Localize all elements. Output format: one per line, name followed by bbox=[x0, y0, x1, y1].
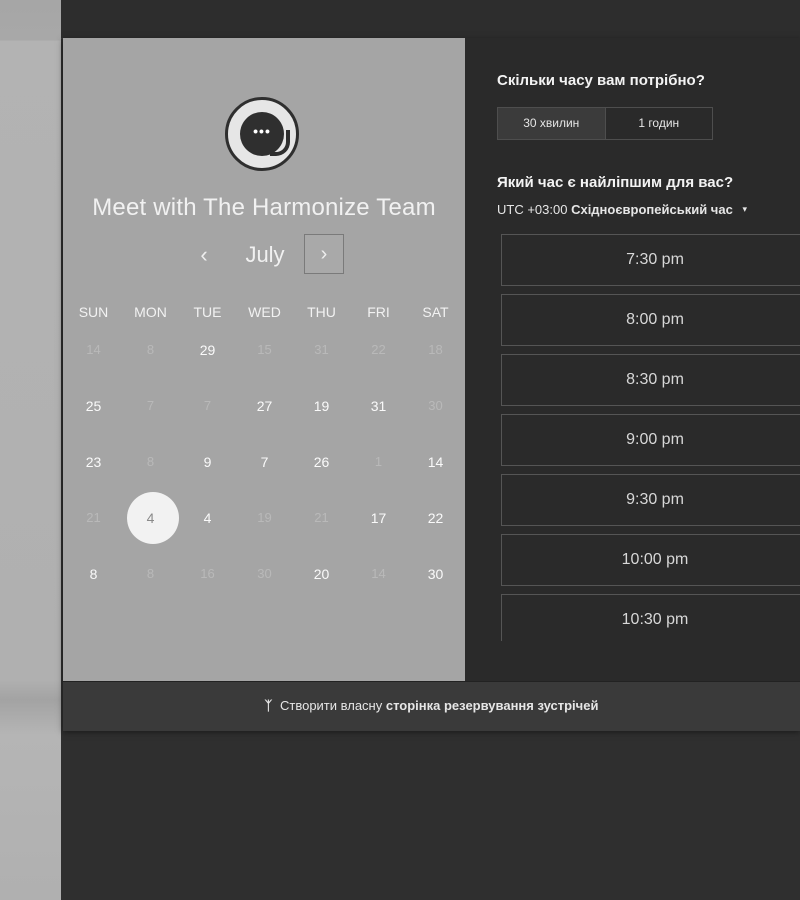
timezone-offset: UTC +03:00 bbox=[497, 202, 568, 217]
calendar-day[interactable]: 25 bbox=[65, 386, 122, 426]
calendar-day: 30 bbox=[257, 566, 272, 581]
hubspot-logo-icon: ᛉ bbox=[264, 698, 273, 713]
calendar-day[interactable]: 7 bbox=[236, 442, 293, 482]
calendar-day[interactable]: 30 bbox=[407, 554, 464, 594]
next-month-button[interactable]: › bbox=[304, 234, 344, 274]
time-slot-button[interactable]: 9:00 pm bbox=[501, 414, 800, 466]
calendar-day[interactable]: 8 bbox=[65, 554, 122, 594]
booking-card: ••• Meet with The Harmonize Team ‹ July … bbox=[63, 38, 800, 731]
month-navigation: ‹ July › bbox=[63, 234, 465, 276]
chevron-down-icon: ▾ bbox=[742, 204, 747, 214]
meeting-title: Meet with The Harmonize Team bbox=[92, 194, 436, 221]
avatar: ••• bbox=[225, 97, 299, 171]
calendar-day[interactable]: 14 bbox=[407, 442, 464, 482]
time-slot-button[interactable]: 9:30 pm bbox=[501, 474, 800, 526]
weekday-label: FRI bbox=[367, 304, 390, 320]
calendar-day: 30 bbox=[428, 398, 443, 413]
footer: ᛉ Створити власну сторінка резервування … bbox=[63, 681, 800, 731]
time-slot-button[interactable]: 10:30 pm bbox=[501, 594, 800, 641]
calendar-day: 14 bbox=[86, 342, 101, 357]
calendar-day: 31 bbox=[314, 342, 329, 357]
calendar-day[interactable]: 19 bbox=[293, 386, 350, 426]
top-bar bbox=[61, 0, 800, 39]
weekday-label: SAT bbox=[422, 304, 449, 320]
create-booking-page-link[interactable]: сторінка резервування зустрічей bbox=[386, 698, 599, 713]
calendar-day[interactable]: 20 bbox=[293, 554, 350, 594]
time-slot-list[interactable]: 7:30 pm 8:00 pm 8:30 pm 9:00 pm 9:30 pm 10:00… bbox=[501, 234, 800, 641]
footer-text: Створити власну bbox=[279, 698, 383, 713]
calendar-day: 21 bbox=[86, 510, 101, 525]
time-pane: Скільки часу вам потрібно? 30 хвилин 1 г… bbox=[465, 38, 800, 681]
weekday-label: MON bbox=[134, 304, 167, 320]
prev-month-button[interactable]: ‹ bbox=[191, 240, 217, 270]
weekday-label: SUN bbox=[78, 304, 109, 320]
weekday-header: SUN MON TUE WED THU FRI SAT bbox=[65, 304, 465, 324]
time-slot-button[interactable]: 8:30 pm bbox=[501, 354, 800, 406]
calendar-day: 8 bbox=[146, 454, 155, 469]
calendar-day[interactable]: 9 bbox=[179, 442, 236, 482]
calendar-day: 16 bbox=[200, 566, 215, 581]
calendar-day: 19 bbox=[257, 510, 272, 525]
bubble-tail bbox=[270, 130, 290, 156]
calendar-day: 8 bbox=[146, 566, 155, 581]
calendar-pane: ••• Meet with The Harmonize Team ‹ July … bbox=[63, 38, 465, 681]
calendar-day: 14 bbox=[371, 566, 386, 581]
calendar-day-selected[interactable]: 4 bbox=[122, 498, 179, 538]
calendar-day[interactable]: 22 bbox=[407, 498, 464, 538]
background-strip bbox=[0, 0, 61, 900]
calendar-day: 8 bbox=[146, 342, 155, 357]
calendar-day: 15 bbox=[257, 342, 272, 357]
calendar-day[interactable]: 26 bbox=[293, 442, 350, 482]
calendar-day: 1 bbox=[374, 454, 383, 469]
calendar-day[interactable]: 4 bbox=[179, 498, 236, 538]
weekday-label: TUE bbox=[193, 304, 222, 320]
time-slot-button[interactable]: 10:00 pm bbox=[501, 534, 800, 586]
duration-selector: 30 хвилин 1 годин bbox=[497, 107, 713, 140]
calendar-day[interactable]: 23 bbox=[65, 442, 122, 482]
calendar-day: 7 bbox=[203, 398, 212, 413]
calendar-day[interactable]: 29 bbox=[179, 330, 236, 370]
duration-option-30[interactable]: 30 хвилин bbox=[498, 108, 606, 139]
time-slot-button[interactable]: 7:30 pm bbox=[501, 234, 800, 286]
calendar-day: 18 bbox=[428, 342, 443, 357]
calendar-day: 21 bbox=[314, 510, 329, 525]
calendar-day: 22 bbox=[371, 342, 386, 357]
time-question: Який час є найліпшим для вас? bbox=[497, 174, 734, 191]
weekday-label: THU bbox=[307, 304, 336, 320]
duration-question: Скільки часу вам потрібно? bbox=[497, 72, 705, 89]
duration-option-60[interactable]: 1 годин bbox=[606, 108, 713, 139]
calendar-day[interactable]: 31 bbox=[350, 386, 407, 426]
calendar-day[interactable]: 17 bbox=[350, 498, 407, 538]
month-label: July bbox=[245, 242, 285, 267]
weekday-label: WED bbox=[248, 304, 281, 320]
time-slot-button[interactable]: 8:00 pm bbox=[501, 294, 800, 346]
calendar-day[interactable]: 27 bbox=[236, 386, 293, 426]
calendar-day: 7 bbox=[146, 398, 155, 413]
timezone-selector[interactable]: UTC +03:00 Східноєвропейський час ▾ bbox=[497, 202, 747, 217]
timezone-name: Східноєвропейський час bbox=[571, 202, 733, 217]
